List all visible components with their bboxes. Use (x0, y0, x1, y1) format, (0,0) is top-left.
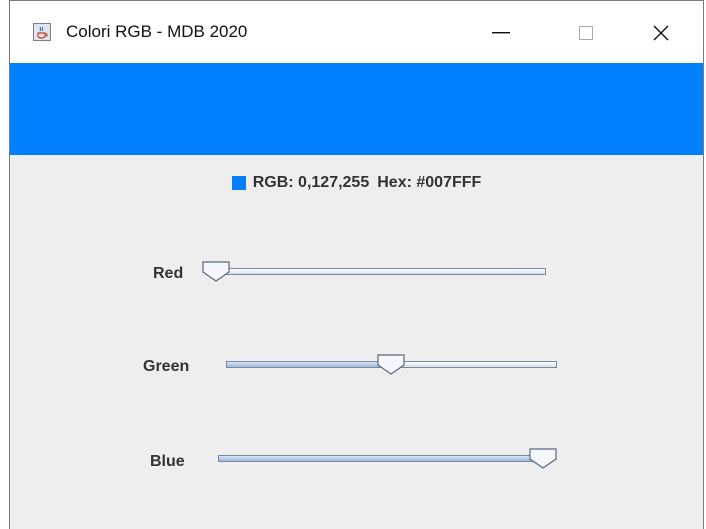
blue-label: Blue (150, 453, 185, 470)
blue-slider-track[interactable] (218, 455, 551, 462)
minimize-icon (492, 32, 510, 34)
green-slider-fill (227, 362, 391, 367)
app-window: Colori RGB - MDB 2020 RGB: 0,127,255 Hex… (9, 0, 704, 529)
color-swatch (231, 176, 246, 190)
java-cup-icon[interactable] (33, 23, 51, 41)
window-title: Colori RGB - MDB 2020 (66, 22, 248, 41)
maximize-icon (579, 26, 593, 40)
close-icon (653, 25, 669, 41)
rgb-value-text: RGB: 0,127,255 (252, 174, 370, 191)
color-info: RGB: 0,127,255 Hex: #007FFF (10, 171, 703, 195)
maximize-button[interactable] (563, 15, 609, 51)
minimize-button[interactable] (478, 15, 524, 51)
green-slider-thumb[interactable] (376, 353, 406, 375)
green-label: Green (143, 358, 190, 375)
red-label: Red (153, 265, 184, 282)
hex-value-text: Hex: #007FFF (377, 174, 482, 191)
blue-slider-fill (219, 456, 550, 461)
close-button[interactable] (638, 15, 684, 51)
color-preview-panel (10, 63, 703, 155)
blue-slider-thumb[interactable] (528, 447, 558, 469)
red-slider-thumb[interactable] (201, 260, 231, 282)
title-bar[interactable]: Colori RGB - MDB 2020 (10, 1, 703, 63)
red-slider-track[interactable] (208, 268, 546, 275)
